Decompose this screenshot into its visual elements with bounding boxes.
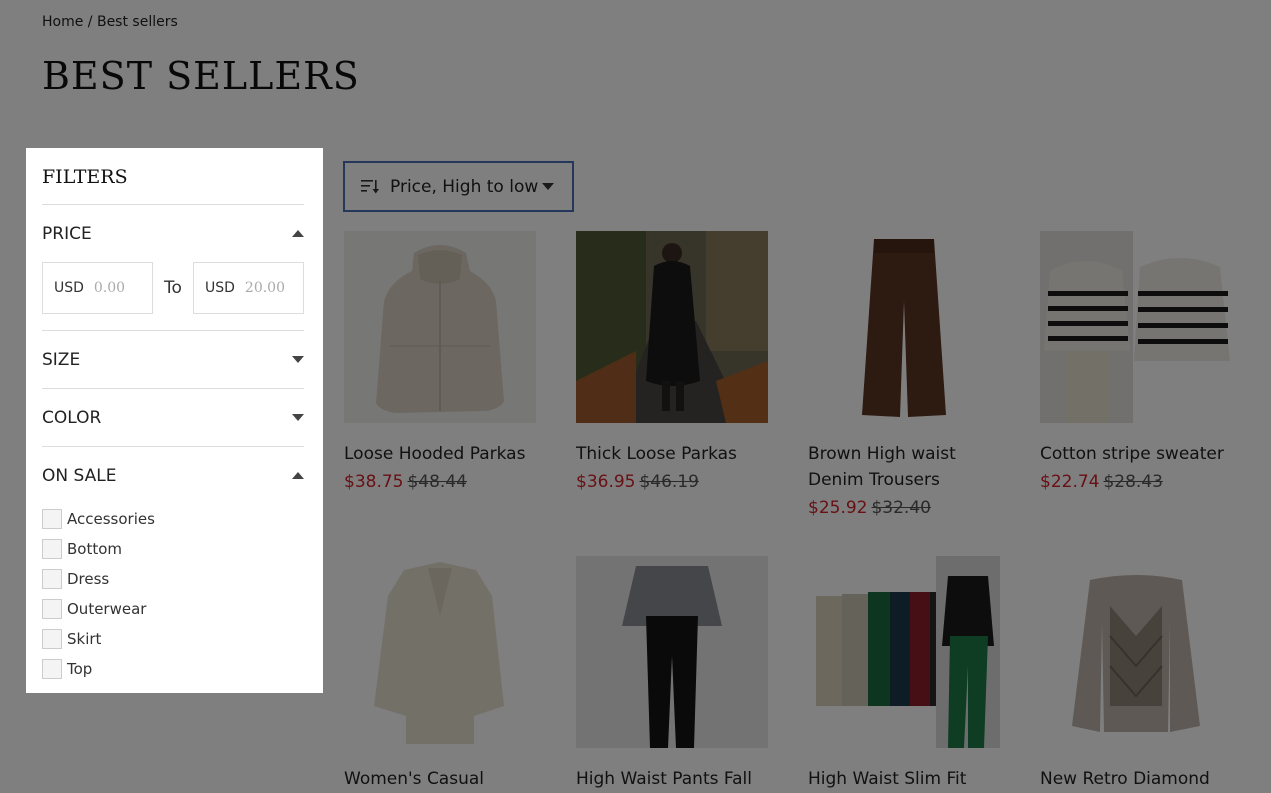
price-to-label: To [164,278,182,298]
filter-on-sale-label: ON SALE [42,465,117,486]
currency-label: USD [205,280,235,296]
checkbox[interactable] [42,539,62,559]
filter-on-sale-toggle[interactable]: ON SALE [42,447,304,504]
price-from-field[interactable]: USD 0.00 [42,262,153,314]
filter-size-toggle[interactable]: SIZE [42,331,304,388]
checkbox[interactable] [42,599,62,619]
chevron-up-icon [292,230,304,237]
checkbox-label: Outerwear [67,600,147,618]
filter-section-color: COLOR [42,389,304,447]
chevron-up-icon [292,472,304,479]
checkbox[interactable] [42,629,62,649]
checkbox-option[interactable]: Skirt [42,624,304,654]
price-from-placeholder: 0.00 [93,280,126,296]
filters-panel: FILTERS PRICE USD 0.00 To USD 20.00 SIZE… [26,148,323,693]
checkbox-option[interactable]: Top [42,654,304,684]
filter-color-label: COLOR [42,407,102,428]
checkbox[interactable] [42,509,62,529]
checkbox-label: Top [67,660,93,678]
checkbox-label: Bottom [67,540,123,558]
filter-price-label: PRICE [42,223,92,244]
checkbox-option[interactable]: Bottom [42,534,304,564]
checkbox-label: Skirt [67,630,102,648]
checkbox-label: Dress [67,570,110,588]
on-sale-options: Accessories Bottom Dress Outerwear Skirt… [42,504,304,690]
price-to-field[interactable]: USD 20.00 [193,262,304,314]
currency-label: USD [54,280,84,296]
filter-section-price: PRICE USD 0.00 To USD 20.00 [42,205,304,331]
price-range: USD 0.00 To USD 20.00 [42,262,304,330]
checkbox[interactable] [42,569,62,589]
filter-size-label: SIZE [42,349,81,370]
page: Home / Best sellers BEST SELLERS Price, … [0,0,1271,793]
checkbox-option[interactable]: Dress [42,564,304,594]
checkbox-option[interactable]: Outerwear [42,594,304,624]
chevron-down-icon [292,414,304,421]
filter-section-on-sale: ON SALE Accessories Bottom Dress Outerwe… [42,447,304,690]
checkbox[interactable] [42,659,62,679]
checkbox-label: Accessories [67,510,155,528]
filter-color-toggle[interactable]: COLOR [42,389,304,446]
filters-title: FILTERS [42,148,304,205]
filter-section-size: SIZE [42,331,304,389]
chevron-down-icon [292,356,304,363]
price-to-placeholder: 20.00 [244,280,286,296]
checkbox-option[interactable]: Accessories [42,504,304,534]
filter-price-toggle[interactable]: PRICE [42,205,304,262]
